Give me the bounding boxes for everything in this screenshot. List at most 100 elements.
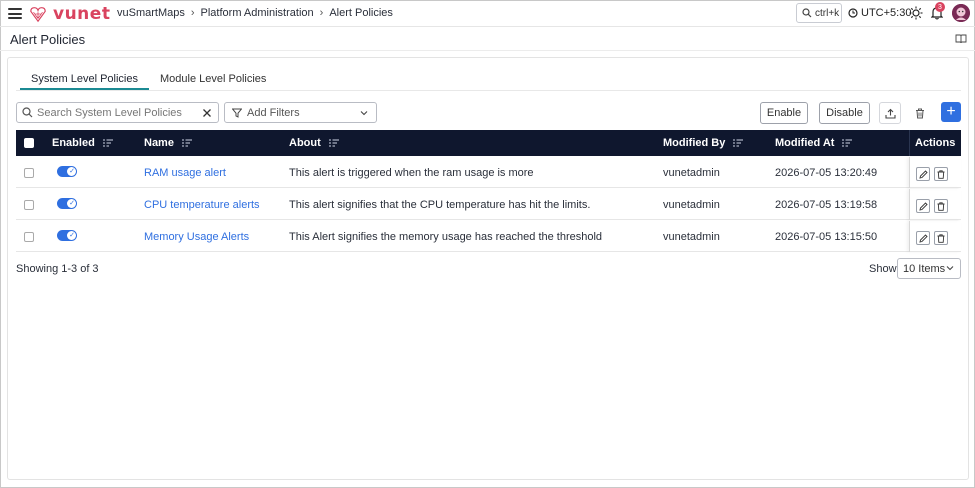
- sort-icon[interactable]: [102, 139, 113, 147]
- modified-by: vunetadmin: [663, 230, 720, 243]
- row-checkbox[interactable]: [24, 200, 34, 210]
- trash-icon: [916, 108, 924, 118]
- column-header-actions: Actions: [915, 130, 955, 156]
- upload-icon: [884, 108, 896, 119]
- tab-module-level-policies[interactable]: Module Level Policies: [149, 68, 277, 90]
- vunet-logo-icon: [30, 7, 46, 23]
- column-header-about[interactable]: About: [289, 130, 339, 156]
- clear-search-icon[interactable]: [199, 105, 215, 121]
- column-header-enabled[interactable]: Enabled: [52, 130, 113, 156]
- enabled-toggle[interactable]: ✓: [57, 198, 77, 209]
- avatar[interactable]: [952, 4, 970, 22]
- table-header: Enabled Name About Modified By Modified …: [16, 130, 961, 156]
- policy-name-link[interactable]: CPU temperature alerts: [144, 199, 260, 211]
- trash-icon: [937, 169, 945, 179]
- clock-icon: [848, 8, 858, 18]
- column-label: Modified By: [663, 137, 726, 149]
- sort-icon[interactable]: [842, 139, 853, 147]
- policy-name-link[interactable]: Memory Usage Alerts: [144, 231, 249, 243]
- search-icon: [22, 107, 33, 118]
- page-size-value: 10 Items: [903, 262, 946, 275]
- modified-by: vunetadmin: [663, 198, 720, 211]
- enable-button[interactable]: Enable: [760, 102, 808, 124]
- edit-button[interactable]: [916, 231, 930, 245]
- top-bar: vunet vuSmartMaps › Platform Administrat…: [0, 0, 975, 27]
- enabled-toggle[interactable]: ✓: [57, 166, 77, 177]
- policy-tabs: System Level Policies Module Level Polic…: [20, 68, 277, 90]
- page-size-select[interactable]: 10 Items: [897, 258, 961, 279]
- page-title: Alert Policies: [10, 32, 86, 47]
- pencil-icon: [918, 201, 928, 211]
- policy-about: This alert signifies that the CPU temper…: [289, 198, 591, 211]
- column-header-name[interactable]: Name: [144, 130, 192, 156]
- column-header-modified-at[interactable]: Modified At: [775, 130, 853, 156]
- policy-about: This alert is triggered when the ram usa…: [289, 166, 534, 179]
- timezone-selector[interactable]: UTC+5:30: [848, 7, 911, 19]
- chevron-down-icon: [946, 266, 954, 271]
- modified-by: vunetadmin: [663, 166, 720, 179]
- table-row[interactable]: ✓ RAM usage alert This alert is triggere…: [16, 157, 961, 188]
- delete-button[interactable]: [934, 167, 948, 181]
- actions-divider: [909, 130, 910, 156]
- trash-icon: [937, 233, 945, 243]
- policy-name-link[interactable]: RAM usage alert: [144, 167, 226, 179]
- export-button[interactable]: [879, 102, 901, 124]
- sort-icon[interactable]: [733, 139, 744, 147]
- sort-icon[interactable]: [181, 139, 192, 147]
- breadcrumb: vuSmartMaps › Platform Administration › …: [117, 7, 393, 19]
- bulk-delete-button[interactable]: [909, 102, 931, 124]
- row-checkbox[interactable]: [24, 168, 34, 178]
- column-label: Actions: [915, 137, 956, 149]
- edit-button[interactable]: [916, 199, 930, 213]
- tabs-divider: [16, 90, 961, 91]
- brand-name: vunet: [53, 4, 111, 24]
- global-search-button[interactable]: ctrl+k: [796, 3, 842, 23]
- tab-system-level-policies[interactable]: System Level Policies: [20, 68, 149, 90]
- modified-at: 2026-07-05 13:20:49: [775, 166, 878, 179]
- table-row[interactable]: ✓ CPU temperature alerts This alert sign…: [16, 189, 961, 220]
- edit-button[interactable]: [916, 167, 930, 181]
- sort-icon[interactable]: [328, 139, 339, 147]
- search-input[interactable]: Search System Level Policies: [16, 102, 219, 123]
- pencil-icon: [918, 169, 928, 179]
- chevron-right-icon: ›: [190, 7, 195, 19]
- pagination-summary: Showing 1-3 of 3: [16, 263, 99, 275]
- breadcrumb-item[interactable]: Platform Administration: [201, 7, 314, 19]
- filter-icon: [232, 108, 242, 118]
- brand-logo[interactable]: vunet: [29, 4, 110, 24]
- book-icon[interactable]: [955, 34, 967, 44]
- pencil-icon: [918, 233, 928, 243]
- add-policy-button[interactable]: +: [941, 102, 961, 122]
- breadcrumb-item[interactable]: vuSmartMaps: [117, 7, 185, 19]
- column-label: About: [289, 137, 321, 149]
- disable-button[interactable]: Disable: [819, 102, 870, 124]
- policy-about: This Alert signifies the memory usage ha…: [289, 230, 603, 243]
- search-placeholder: Search System Level Policies: [37, 106, 182, 119]
- row-actions: [909, 157, 961, 188]
- menu-icon[interactable]: [8, 8, 22, 19]
- column-label: Name: [144, 137, 174, 149]
- add-filters-label: Add Filters: [247, 106, 300, 119]
- trash-icon: [937, 201, 945, 211]
- chevron-down-icon: [360, 110, 368, 115]
- notification-badge: 3: [935, 2, 945, 12]
- modified-at: 2026-07-05 13:15:50: [775, 230, 878, 243]
- column-header-modified-by[interactable]: Modified By: [663, 130, 744, 156]
- breadcrumb-current: Alert Policies: [329, 7, 393, 19]
- select-all-checkbox[interactable]: [24, 138, 34, 148]
- delete-button[interactable]: [934, 231, 948, 245]
- column-label: Modified At: [775, 137, 835, 149]
- row-checkbox[interactable]: [24, 232, 34, 242]
- delete-button[interactable]: [934, 199, 948, 213]
- sun-icon[interactable]: [909, 6, 923, 20]
- chevron-right-icon: ›: [319, 7, 324, 19]
- user-avatar-icon: [952, 4, 970, 22]
- add-filters-dropdown[interactable]: Add Filters: [224, 102, 377, 123]
- search-icon: [802, 8, 812, 18]
- enabled-toggle[interactable]: ✓: [57, 230, 77, 241]
- row-actions: [909, 221, 961, 252]
- modified-at: 2026-07-05 13:19:58: [775, 198, 878, 211]
- search-shortcut-label: ctrl+k: [815, 7, 840, 19]
- row-actions: [909, 189, 961, 220]
- table-row[interactable]: ✓ Memory Usage Alerts This Alert signifi…: [16, 221, 961, 252]
